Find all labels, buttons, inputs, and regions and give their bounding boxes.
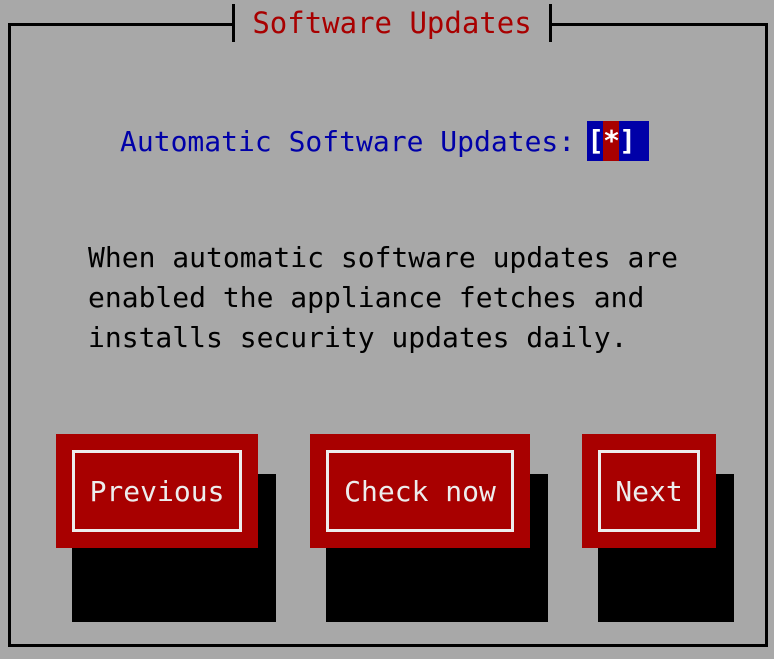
check-now-button-label: Check now [326,450,514,532]
dialog-title: Software Updates [232,4,552,42]
automatic-updates-label: Automatic Software Updates: [120,124,576,158]
checkbox-checked-mark: * [603,121,620,161]
check-now-button[interactable]: Check now [310,434,530,548]
checkbox-right-bracket: ] [619,124,637,157]
automatic-updates-description: When automatic software updates are enab… [88,241,679,354]
software-updates-screen: Software Updates Automatic Software Upda… [0,0,774,659]
checkbox-left-bracket: [ [587,124,605,157]
automatic-updates-row: Automatic Software Updates: [ * ] [120,119,650,163]
automatic-updates-checkbox[interactable]: [ * ] [587,121,650,161]
previous-button[interactable]: Previous [56,434,258,548]
next-button[interactable]: Next [582,434,716,548]
previous-button-label: Previous [72,450,242,532]
next-button-label: Next [598,450,700,532]
